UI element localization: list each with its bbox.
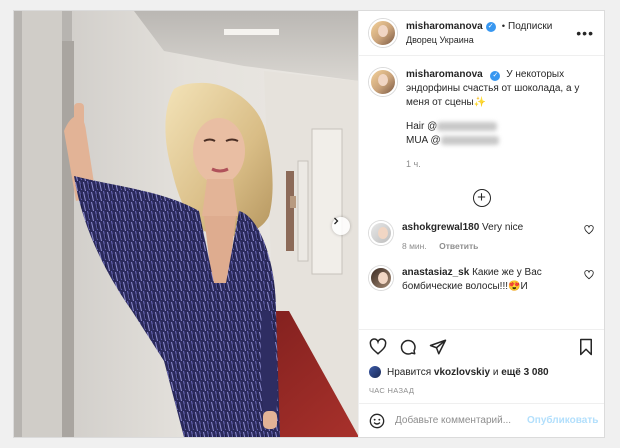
comment-item: anastasiaz_sk Какие же у Вас бомбические… bbox=[369, 266, 594, 294]
post-actions: Нравится vkozlovskiy и ещё 3 080 ЧАС НАЗ… bbox=[359, 329, 604, 403]
heart-icon[interactable] bbox=[584, 270, 594, 280]
caption-avatar[interactable] bbox=[369, 68, 397, 96]
next-photo-button[interactable] bbox=[332, 217, 350, 235]
load-more-comments: + bbox=[369, 188, 594, 207]
mua-credit-label: MUA @ bbox=[406, 135, 441, 146]
hair-credit-label: Hair @ bbox=[406, 121, 438, 132]
instagram-post-modal: misharomanova ✓ • Подписки Дворец Украин… bbox=[13, 10, 605, 438]
separator-dot: • bbox=[501, 20, 506, 32]
caption-time: 1 ч. bbox=[406, 159, 421, 169]
heart-icon[interactable] bbox=[584, 224, 594, 235]
comment-icon bbox=[400, 339, 416, 355]
comment-item: ashokgrewal180 Very nice 8 мин. Ответить bbox=[369, 220, 594, 253]
emoji-button[interactable] bbox=[369, 413, 385, 429]
chevron-right-icon bbox=[334, 217, 339, 225]
comments-list: misharomanova ✓ У некоторых эндорфины сч… bbox=[359, 56, 604, 329]
post-caption: misharomanova ✓ У некоторых эндорфины сч… bbox=[369, 68, 594, 171]
comment-meta: 8 мин. Ответить bbox=[402, 241, 578, 253]
photo-illustration bbox=[14, 11, 358, 437]
post-photo[interactable] bbox=[14, 11, 358, 437]
action-icons bbox=[369, 338, 594, 356]
comment-text: Very nice bbox=[482, 221, 524, 233]
likes-summary: Нравится vkozlovskiy и ещё 3 080 bbox=[369, 366, 594, 378]
likes-and: и bbox=[492, 366, 499, 378]
following-button[interactable]: Подписки bbox=[508, 20, 552, 34]
caption-body: misharomanova ✓ У некоторых эндорфины сч… bbox=[406, 68, 594, 171]
author-username[interactable]: misharomanova bbox=[406, 20, 483, 34]
likes-prefix: Нравится bbox=[387, 366, 432, 378]
screen-background: misharomanova ✓ • Подписки Дворец Украин… bbox=[0, 0, 620, 448]
post-side-panel: misharomanova ✓ • Подписки Дворец Украин… bbox=[358, 11, 604, 437]
verified-badge-icon: ✓ bbox=[485, 21, 496, 32]
like-button[interactable] bbox=[369, 338, 387, 356]
verified-badge-icon: ✓ bbox=[490, 71, 501, 81]
reply-button[interactable]: Ответить bbox=[439, 241, 478, 251]
plus-circle-icon[interactable]: + bbox=[472, 188, 491, 207]
commenter-avatar[interactable] bbox=[369, 220, 393, 245]
commenter-username[interactable]: ashokgrewal180 bbox=[402, 222, 479, 233]
share-button[interactable] bbox=[429, 338, 447, 356]
likes-count[interactable]: ещё 3 080 bbox=[501, 367, 548, 378]
post-header: misharomanova ✓ • Подписки Дворец Украин… bbox=[359, 11, 604, 56]
heart-icon bbox=[369, 338, 387, 355]
liker-username[interactable]: vkozlovskiy bbox=[434, 367, 490, 378]
add-comment-bar: Опубликовать bbox=[359, 403, 604, 437]
share-icon bbox=[429, 339, 447, 355]
author-avatar[interactable] bbox=[369, 19, 397, 47]
comment-button[interactable] bbox=[399, 338, 417, 356]
emoji-icon bbox=[369, 413, 385, 428]
bookmark-icon bbox=[580, 338, 592, 356]
caption-username[interactable]: misharomanova bbox=[406, 69, 483, 80]
more-options-icon[interactable]: ••• bbox=[576, 26, 594, 40]
comment-body: anastasiaz_sk Какие же у Вас бомбические… bbox=[402, 266, 578, 294]
comment-input[interactable] bbox=[395, 415, 527, 426]
comment-body: ashokgrewal180 Very nice 8 мин. Ответить bbox=[402, 221, 578, 253]
commenter-avatar[interactable] bbox=[369, 266, 393, 291]
liker-avatar bbox=[369, 366, 381, 378]
author-info: misharomanova ✓ • Подписки Дворец Украин… bbox=[406, 20, 576, 46]
location-link[interactable]: Дворец Украина bbox=[406, 34, 576, 46]
post-timestamp: ЧАС НАЗАД bbox=[369, 386, 415, 395]
blurred-handle bbox=[440, 135, 499, 145]
comment-time: 8 мин. bbox=[402, 240, 427, 251]
commenter-username[interactable]: anastasiaz_sk bbox=[402, 267, 469, 278]
publish-button[interactable]: Опубликовать bbox=[527, 415, 598, 426]
save-button[interactable] bbox=[578, 338, 594, 356]
blurred-handle bbox=[437, 121, 498, 131]
